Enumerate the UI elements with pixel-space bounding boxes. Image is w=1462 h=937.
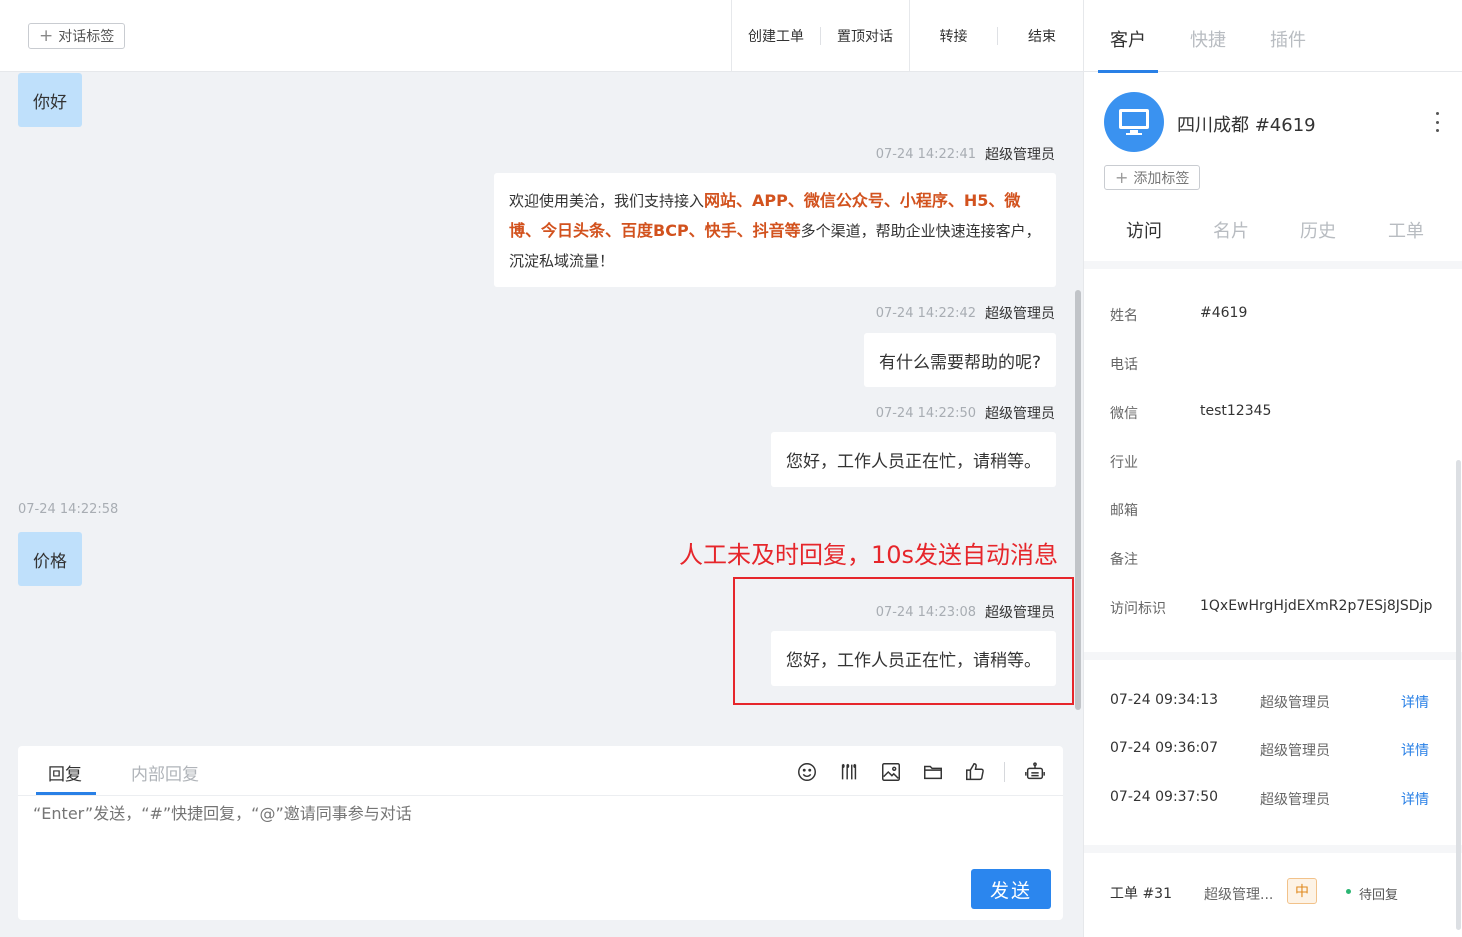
tab-internal-reply[interactable]: 内部回复	[131, 760, 199, 785]
field-label-email: 邮箱	[1110, 503, 1138, 519]
history-agent: 超级管理员	[1260, 792, 1330, 808]
plus-icon: +	[39, 25, 54, 46]
history-time: 07-24 09:36:07	[1110, 740, 1219, 756]
history-detail-link[interactable]: 详情	[1401, 789, 1429, 809]
message-time: 07-24 14:22:42	[875, 305, 976, 321]
tab-shortcut[interactable]: 快捷	[1190, 26, 1226, 52]
reply-input[interactable]	[33, 804, 1033, 823]
customer-name: 四川成都 #4619	[1177, 115, 1316, 136]
field-label-wechat: 微信	[1110, 406, 1138, 422]
field-label-note: 备注	[1110, 552, 1138, 568]
end-button[interactable]: 结束	[998, 0, 1086, 72]
image-icon[interactable]	[870, 759, 912, 785]
thumbs-up-icon[interactable]	[954, 759, 996, 785]
create-ticket-button[interactable]: 创建工单	[732, 0, 820, 72]
status-badge: 待回复	[1359, 888, 1399, 903]
divider	[1004, 762, 1005, 782]
chat-actions: 创建工单 置顶对话 转接 结束	[731, 0, 1086, 72]
history-detail-link[interactable]: 详情	[1401, 740, 1429, 760]
add-tag-button[interactable]: + 添加标签	[1104, 165, 1201, 190]
tab-reply[interactable]: 回复	[48, 760, 82, 785]
subtab-history[interactable]: 历史	[1300, 217, 1336, 243]
more-icon[interactable]	[1429, 112, 1445, 132]
subtab-ticket[interactable]: 工单	[1388, 217, 1424, 243]
pin-conversation-button[interactable]: 置顶对话	[821, 0, 909, 72]
active-tab-indicator	[1098, 70, 1158, 73]
tab-customer[interactable]: 客户	[1110, 26, 1146, 52]
field-label-visit-id: 访问标识	[1110, 601, 1166, 617]
message-time: 07-24 14:22:41	[875, 146, 976, 162]
send-button[interactable]: 发送	[971, 869, 1051, 909]
subtab-visit[interactable]: 访问	[1126, 217, 1162, 243]
reply-toolbar	[786, 759, 1056, 785]
ticket-id: 工单 #31	[1110, 886, 1172, 902]
chat-area: + 对话标签 创建工单 置顶对话 转接 结束 你好 07-24 14:22:41…	[0, 0, 1083, 937]
avatar	[1104, 92, 1164, 152]
add-tag-label: 添加标签	[1133, 170, 1190, 187]
history-agent: 超级管理员	[1260, 743, 1330, 759]
annotation-text: 人工未及时回复，10s发送自动消息	[679, 541, 1059, 569]
history-time: 07-24 09:34:13	[1110, 692, 1219, 708]
message-time: 07-24 14:23:08	[875, 604, 976, 620]
subtab-card[interactable]: 名片	[1213, 217, 1249, 243]
field-label-name: 姓名	[1110, 308, 1138, 324]
priority-badge: 中	[1287, 878, 1317, 904]
section-divider	[1084, 652, 1462, 660]
panel-tabs: 客户 快捷 插件	[1084, 0, 1462, 73]
field-value-visit-id: 1QxEwHrgHjdEXmR2p7ESj8JSDjp	[1200, 598, 1433, 614]
agent-message: 您好，工作人员正在忙，请稍等。	[771, 432, 1056, 487]
history-time: 07-24 09:37:50	[1110, 789, 1219, 805]
transfer-button[interactable]: 转接	[909, 0, 997, 72]
field-label-industry: 行业	[1110, 455, 1138, 471]
ticket-row[interactable]: 工单 #31 超级管理... 中 待回复	[1084, 870, 1462, 914]
history-agent: 超级管理员	[1260, 695, 1330, 711]
status-dot	[1346, 889, 1351, 894]
message-time: 07-24 14:22:50	[875, 405, 976, 421]
welcome-message: 欢迎使用美洽，我们支持接入网站、APP、微信公众号、小程序、H5、微博、今日头条…	[494, 173, 1056, 287]
tab-plugin[interactable]: 插件	[1270, 26, 1306, 52]
field-value-name[interactable]: #4619	[1200, 305, 1247, 321]
agent-message: 有什么需要帮助的呢?	[863, 333, 1056, 387]
field-label-phone: 电话	[1110, 357, 1138, 373]
auto-message: 您好，工作人员正在忙，请稍等。	[771, 631, 1056, 686]
welcome-text: 欢迎使用美洽，我们支持接入	[509, 192, 705, 210]
customer-panel: 客户 快捷 插件 四川成都 #4619 + 添加标签 访问 名片 历史 工单 姓…	[1083, 0, 1462, 937]
folder-icon[interactable]	[912, 759, 954, 785]
quick-reply-icon[interactable]	[828, 759, 870, 785]
conversation-tag-label: 对话标签	[58, 29, 115, 45]
panel-scrollbar[interactable]	[1456, 460, 1461, 930]
section-divider	[1084, 261, 1462, 269]
chat-scrollbar[interactable]	[1075, 290, 1081, 710]
message-meta: 07-24 14:22:50 超级管理员	[876, 403, 1055, 423]
monitor-icon	[1119, 109, 1149, 135]
visitor-message: 你好	[18, 73, 82, 127]
ticket-assignee: 超级管理...	[1204, 887, 1274, 903]
message-sender: 超级管理员	[985, 406, 1055, 422]
reply-tabs: 回复 内部回复	[18, 746, 1063, 796]
message-meta: 07-24 14:23:08 超级管理员	[876, 602, 1055, 622]
message-meta: 07-24 14:22:41 超级管理员	[876, 144, 1055, 164]
reply-box: 回复 内部回复 “Enter”发送，“#”快捷回复，“@”邀请同事参与对话 发送	[18, 746, 1063, 920]
history-detail-link[interactable]: 详情	[1401, 692, 1429, 712]
conversation-tag-button[interactable]: + 对话标签	[28, 23, 126, 49]
active-tab-indicator	[36, 792, 96, 795]
message-sender: 超级管理员	[985, 306, 1055, 322]
chat-toolbar: + 对话标签 创建工单 置顶对话 转接 结束	[0, 0, 1083, 72]
message-sender: 超级管理员	[985, 147, 1055, 163]
field-value-wechat[interactable]: test12345	[1200, 403, 1271, 419]
robot-icon[interactable]	[1014, 759, 1056, 785]
message-meta: 07-24 14:22:42 超级管理员	[876, 303, 1055, 323]
plus-icon: +	[1115, 168, 1129, 187]
smile-icon[interactable]	[786, 759, 828, 785]
section-divider	[1084, 845, 1462, 853]
visitor-message: 价格	[18, 532, 82, 586]
message-time: 07-24 14:22:58	[18, 502, 119, 517]
message-sender: 超级管理员	[985, 605, 1055, 621]
